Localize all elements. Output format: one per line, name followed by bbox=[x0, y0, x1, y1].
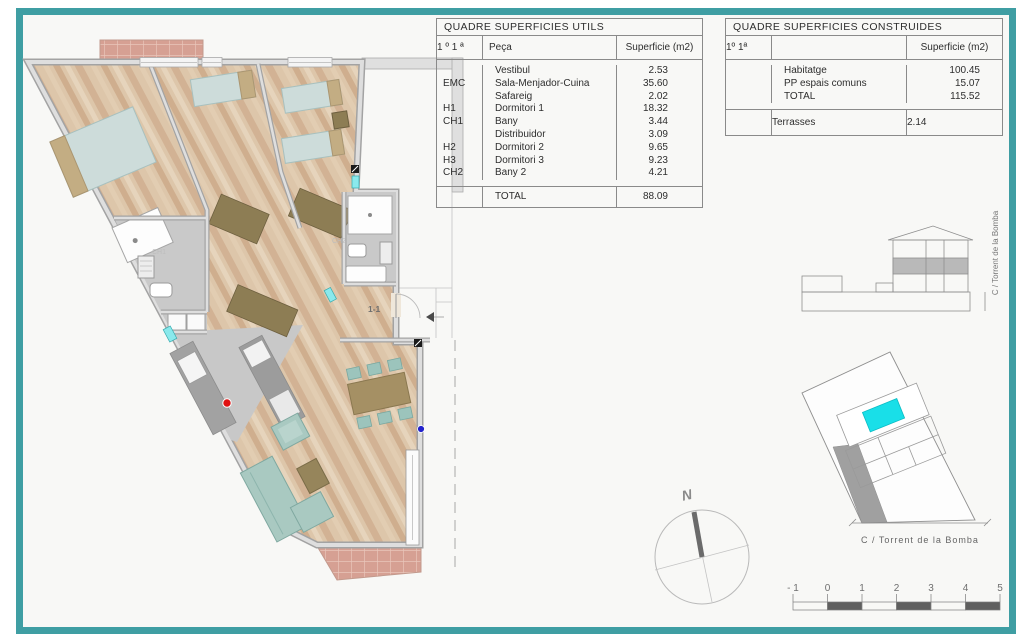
drawing-sheet: CH1 CH2 1-1 C / Torrent de la Bomba bbox=[0, 0, 1024, 644]
total-label: TOTAL bbox=[482, 187, 616, 207]
svg-text:4: 4 bbox=[963, 583, 969, 594]
window-marker bbox=[352, 176, 359, 188]
balcony-bottom bbox=[317, 546, 421, 580]
table-row: CH2Bany 24.21 bbox=[437, 167, 702, 180]
table-row: H2Dormitori 29.65 bbox=[437, 142, 702, 155]
svg-text:1: 1 bbox=[859, 583, 865, 594]
table-body: Vestibul2.53 EMCSala-Menjador-Cuina35.60… bbox=[437, 60, 702, 187]
section-highlight-floor bbox=[893, 258, 968, 274]
col-header-surface: Superficie (m2) bbox=[906, 36, 1002, 59]
scale-bar: - 1 0 1 2 3 4 5 bbox=[787, 583, 1003, 610]
svg-text:2: 2 bbox=[894, 583, 900, 594]
table-row: TOTAL115.52 bbox=[726, 91, 1002, 104]
svg-text:- 1: - 1 bbox=[787, 583, 799, 594]
table-row: Vestibul2.53 bbox=[437, 65, 702, 78]
col-header-surface: Superficie (m2) bbox=[616, 36, 702, 59]
room-label-ch1: CH1 bbox=[152, 249, 166, 256]
table-row: Habitatge100.45 bbox=[726, 65, 1002, 78]
table-superficies-utils: QUADRE SUPERFICIES UTILS 1 º 1 ª Peça Su… bbox=[436, 18, 703, 208]
svg-text:3: 3 bbox=[928, 583, 934, 594]
entry-arrow-icon bbox=[426, 312, 434, 322]
table-title: QUADRE SUPERFICIES UTILS bbox=[437, 19, 702, 36]
building-section: C / Torrent de la Bomba bbox=[802, 210, 1000, 311]
table-row: Distribuidor3.09 bbox=[437, 129, 702, 142]
section-mark-label: 1-1 bbox=[368, 304, 381, 314]
stove-marker-dot bbox=[223, 399, 231, 407]
table-body: Habitatge100.45 PP espais comuns15.07 TO… bbox=[726, 60, 1002, 110]
table-row: CH1Bany3.44 bbox=[437, 116, 702, 129]
table-row: H3Dormitori 39.23 bbox=[437, 155, 702, 168]
table-row: Safareig2.02 bbox=[437, 91, 702, 104]
table-header: 1 º 1 ª Peça Superficie (m2) bbox=[437, 36, 702, 60]
terrace-value: 2.14 bbox=[906, 110, 1002, 135]
table-total-row: TOTAL 88.09 bbox=[437, 187, 702, 207]
room-label-ch2: CH2 bbox=[332, 238, 346, 245]
door-sensor-dot bbox=[418, 426, 425, 433]
total-value: 88.09 bbox=[616, 187, 702, 207]
nightstand bbox=[332, 111, 349, 129]
scale-tick-labels: - 1 0 1 2 3 4 5 bbox=[787, 583, 1003, 594]
svg-text:0: 0 bbox=[825, 583, 831, 594]
table-row: EMCSala-Menjador-Cuina35.60 bbox=[437, 78, 702, 91]
floor-label: 1º 1ª bbox=[726, 36, 771, 59]
table-superficies-construides: QUADRE SUPERFICIES CONSTRUIDES 1º 1ª Sup… bbox=[725, 18, 1003, 136]
apartment-floor-plan: CH1 CH2 1-1 bbox=[28, 40, 463, 580]
site-plan: C / Torrent de la Bomba bbox=[802, 352, 991, 545]
table-title: QUADRE SUPERFICIES CONSTRUIDES bbox=[726, 19, 1002, 36]
section-street-label: C / Torrent de la Bomba bbox=[991, 210, 1000, 295]
terrace-label: Terrasses bbox=[771, 110, 906, 135]
table-row: H1Dormitori 118.32 bbox=[437, 103, 702, 116]
north-compass: N bbox=[655, 486, 749, 604]
svg-text:5: 5 bbox=[997, 583, 1003, 594]
table-row: PP espais comuns15.07 bbox=[726, 78, 1002, 91]
table-header: 1º 1ª Superficie (m2) bbox=[726, 36, 1002, 60]
site-street-label: C / Torrent de la Bomba bbox=[861, 535, 979, 545]
col-header-piece: Peça bbox=[482, 36, 616, 59]
north-label: N bbox=[680, 486, 694, 504]
floor-label: 1 º 1 ª bbox=[437, 36, 482, 59]
table-terrace-row: Terrasses 2.14 bbox=[726, 110, 1002, 135]
